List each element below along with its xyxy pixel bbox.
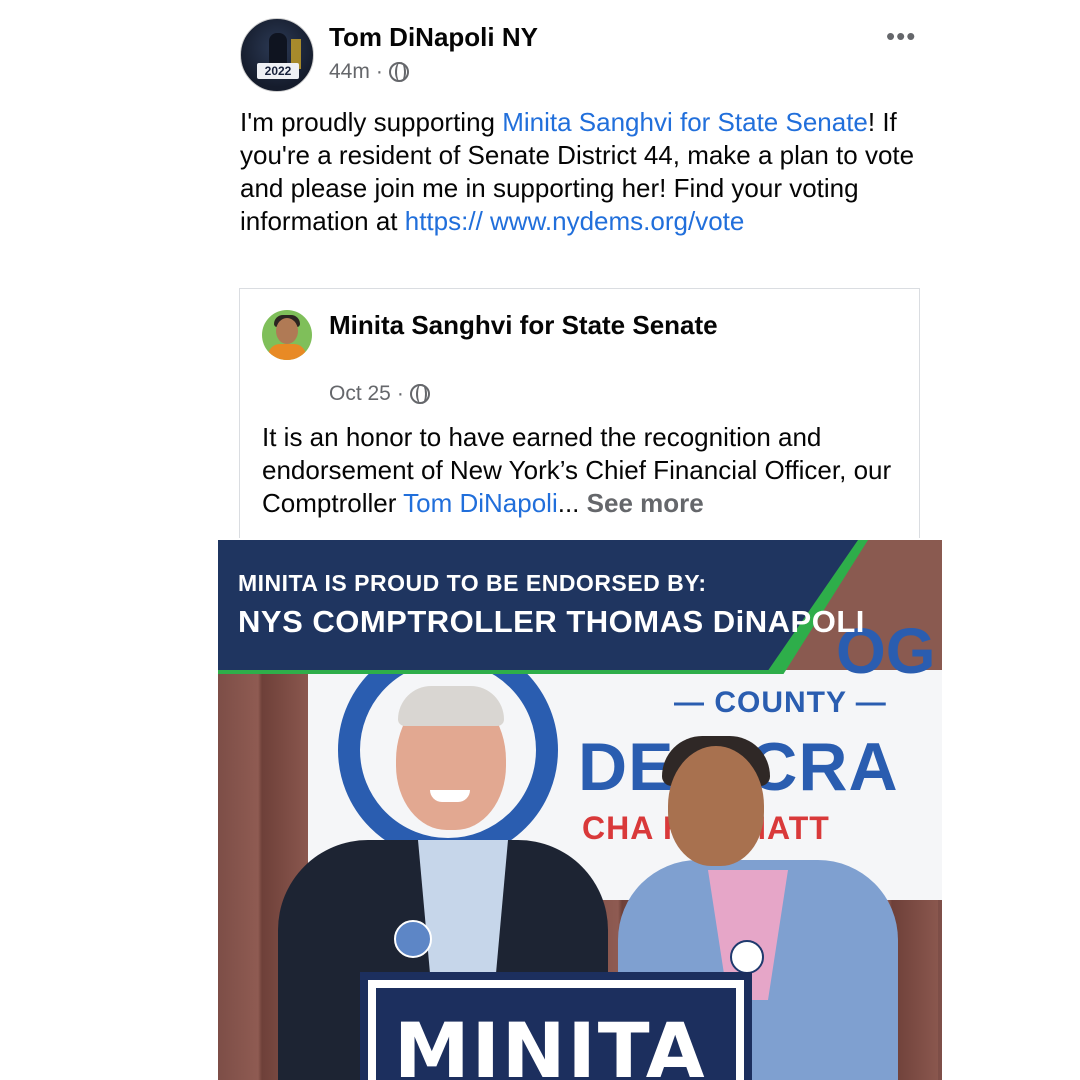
avatar-badge: 2022: [257, 63, 299, 79]
person-right-head: [668, 746, 764, 866]
more-options-icon[interactable]: •••: [886, 23, 916, 49]
vote-url-link[interactable]: https:// www.nydems.org/vote: [405, 206, 745, 236]
see-more-link[interactable]: See more: [587, 488, 704, 518]
shared-post-meta: Oct 25 ·: [329, 382, 430, 406]
tag-link-tom-dinapoli[interactable]: Tom DiNapoli: [403, 488, 558, 518]
post-text-part1: I'm proudly supporting: [240, 107, 503, 137]
endorsement-header-line2: NYS COMPTROLLER THOMAS DiNAPOLI: [238, 604, 865, 639]
post-body: I'm proudly supporting Minita Sanghvi fo…: [240, 106, 920, 238]
person-left-smile: [430, 790, 470, 802]
author-avatar[interactable]: 2022: [240, 18, 314, 92]
post-meta: 44m ·: [329, 60, 409, 84]
endorsement-header-line1: MINITA IS PROUD TO BE ENDORSED BY:: [238, 570, 707, 596]
campaign-sign-text: MINITA: [394, 1006, 707, 1080]
vote-yes-pin: [394, 920, 432, 958]
campaign-sign: MINITA: [360, 972, 752, 1080]
shared-post-date[interactable]: Oct 25: [329, 382, 391, 406]
shared-post-body: It is an honor to have earned the recogn…: [262, 421, 902, 520]
globe-icon[interactable]: [409, 384, 430, 404]
ellipsis: ...: [557, 488, 580, 518]
meta-separator: ·: [375, 60, 383, 83]
post-photo[interactable]: OG — COUNTY — DE OCRA CHA HAT MATT MINIT…: [218, 540, 942, 1080]
post-time[interactable]: 44m: [329, 60, 370, 84]
facebook-post: 2022 Tom DiNapoli NY 44m · ••• I'm proud…: [0, 0, 1080, 1080]
campaign-pin: [730, 940, 764, 974]
meta-separator: ·: [396, 382, 404, 405]
post-author-name[interactable]: Tom DiNapoli NY: [329, 22, 538, 53]
banner-text-county: — COUNTY —: [674, 686, 887, 719]
shared-author-name[interactable]: Minita Sanghvi for State Senate: [329, 310, 718, 341]
avatar-shirt: [268, 344, 306, 360]
globe-icon[interactable]: [388, 62, 409, 82]
avatar-face: [276, 318, 298, 344]
shared-author-avatar[interactable]: [262, 310, 312, 360]
page-link-minita[interactable]: Minita Sanghvi for State Senate: [502, 107, 868, 137]
person-left-hair: [398, 686, 504, 726]
